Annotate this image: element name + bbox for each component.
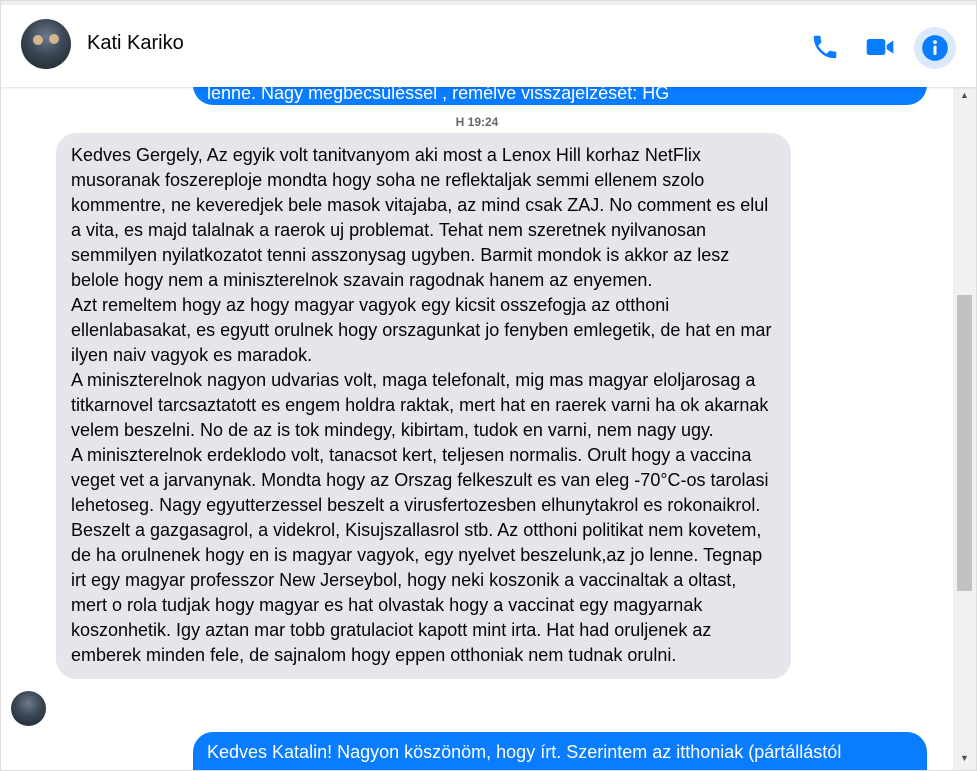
message-paragraph: Kedves Gergely, Az egyik volt tanitvanyo…: [71, 145, 769, 290]
video-icon[interactable]: [862, 29, 898, 65]
contact-name[interactable]: Kati Kariko: [87, 32, 184, 55]
phone-icon[interactable]: [807, 29, 843, 65]
message-text: Kedves Katalin! Nagyon köszönöm, hogy ír…: [207, 742, 842, 762]
contact-avatar[interactable]: [21, 19, 71, 69]
conversation-header: Kati Kariko: [1, 1, 976, 87]
message-paragraph: A miniszterelnok erdeklodo volt, tanacso…: [71, 445, 769, 665]
message-paragraph: A miniszterelnok nagyon udvarias volt, m…: [71, 370, 769, 440]
messenger-window: Kati Kariko lenne. Nagy megbecsüléssel ,…: [0, 0, 977, 771]
incoming-message[interactable]: Kedves Gergely, Az egyik volt tanitvanyo…: [56, 133, 791, 679]
scrollbar[interactable]: ▲ ▼: [953, 83, 976, 770]
sender-avatar[interactable]: [11, 691, 46, 726]
scrollbar-thumb[interactable]: [957, 295, 972, 591]
message-list[interactable]: lenne. Nagy megbecsüléssel , remélve vis…: [1, 53, 953, 770]
message-timestamp: H 19:24: [455, 115, 499, 129]
scroll-down-arrow-icon[interactable]: ▼: [953, 749, 976, 767]
outgoing-message[interactable]: Kedves Katalin! Nagyon köszönöm, hogy ír…: [193, 732, 927, 770]
info-icon[interactable]: [914, 27, 956, 69]
scroll-up-arrow-icon[interactable]: ▲: [953, 86, 976, 104]
message-paragraph: Azt remeltem hogy az hogy magyar vagyok …: [71, 295, 772, 365]
